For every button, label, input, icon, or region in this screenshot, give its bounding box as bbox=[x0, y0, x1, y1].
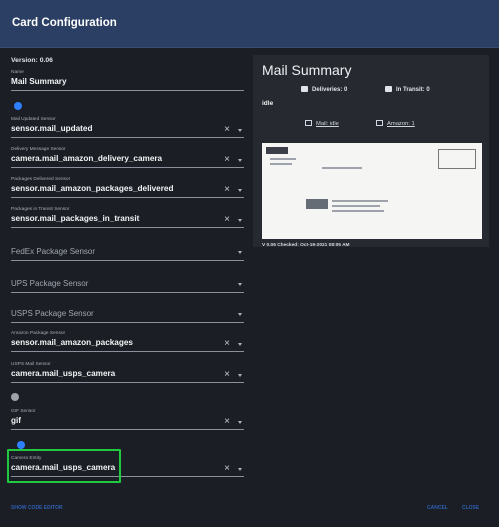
packages-delivered-sensor-field[interactable]: Packages Delivered Sensor sensor.mail_am… bbox=[11, 177, 244, 199]
mail-updated-value[interactable]: sensor.mail_updated bbox=[11, 123, 244, 134]
close-button[interactable]: CLOSE bbox=[462, 505, 479, 511]
field-underline bbox=[11, 351, 244, 352]
ups-placeholder: UPS Package Sensor bbox=[11, 279, 89, 288]
name-underline bbox=[11, 90, 244, 91]
usps-logo bbox=[266, 147, 288, 154]
preview-status: idle bbox=[262, 100, 274, 107]
fedex-package-sensor-field[interactable]: FedEx Package Sensor bbox=[11, 246, 244, 262]
show-code-editor-button[interactable]: SHOW CODE EDITOR bbox=[11, 505, 63, 511]
gif-sensor-field[interactable]: GIF Sensor gif × bbox=[11, 409, 244, 431]
field-underline bbox=[11, 292, 244, 293]
mail-summary-preview-card: Mail Summary Deliveries: 0 In Transit: 0… bbox=[253, 55, 489, 248]
clear-icon[interactable]: × bbox=[224, 464, 230, 474]
clear-icon[interactable]: × bbox=[224, 339, 230, 349]
toggle-switch-blue[interactable] bbox=[17, 441, 25, 449]
ups-package-sensor-field[interactable]: UPS Package Sensor bbox=[11, 278, 244, 294]
dropdown-arrow-icon[interactable] bbox=[238, 159, 242, 162]
dropdown-arrow-icon[interactable] bbox=[238, 313, 242, 316]
mail-link-text[interactable]: Mail: idle bbox=[316, 121, 339, 127]
dropdown-arrow-icon[interactable] bbox=[238, 343, 242, 346]
clear-icon[interactable]: × bbox=[224, 185, 230, 195]
mail-image bbox=[262, 143, 482, 239]
dialog-header: Card Configuration bbox=[0, 0, 499, 48]
clear-icon[interactable]: × bbox=[224, 417, 230, 427]
dialog-title: Card Configuration bbox=[12, 17, 117, 29]
usps-placeholder: USPS Package Sensor bbox=[11, 309, 94, 318]
usps-mail-value[interactable]: camera.mail_usps_camera bbox=[11, 368, 244, 379]
clear-icon[interactable]: × bbox=[224, 155, 230, 165]
field-underline bbox=[11, 322, 244, 323]
amazon-link-text[interactable]: Amazon: 1 bbox=[387, 121, 415, 127]
field-underline bbox=[11, 227, 244, 228]
cancel-button[interactable]: CANCEL bbox=[427, 505, 448, 511]
fedex-placeholder: FedEx Package Sensor bbox=[11, 247, 96, 256]
mail-updated-sensor-field[interactable]: Mail Updated Sensor sensor.mail_updated … bbox=[11, 117, 244, 139]
truck-icon bbox=[385, 86, 392, 92]
delivery-message-value[interactable]: camera.mail_amazon_delivery_camera bbox=[11, 153, 244, 164]
dropdown-arrow-icon[interactable] bbox=[238, 129, 242, 132]
clear-icon[interactable]: × bbox=[224, 215, 230, 225]
in-transit-stat: In Transit: 0 bbox=[385, 86, 430, 93]
field-underline bbox=[11, 137, 244, 138]
field-underline bbox=[11, 260, 244, 261]
clear-icon[interactable]: × bbox=[224, 125, 230, 135]
preview-title: Mail Summary bbox=[262, 62, 352, 78]
barcode bbox=[306, 199, 328, 209]
field-underline bbox=[11, 382, 244, 383]
in-transit-text: In Transit: 0 bbox=[396, 87, 430, 93]
mail-icon bbox=[305, 120, 312, 126]
dropdown-arrow-icon[interactable] bbox=[238, 189, 242, 192]
version-label: Version: 0.06 bbox=[11, 57, 53, 64]
packages-delivered-value[interactable]: sensor.mail_amazon_packages_delivered bbox=[11, 183, 244, 194]
amazon-link[interactable]: Amazon: 1 bbox=[376, 120, 415, 127]
postage-box bbox=[438, 149, 476, 169]
clear-icon[interactable]: × bbox=[224, 370, 230, 380]
dropdown-arrow-icon[interactable] bbox=[238, 374, 242, 377]
dropdown-arrow-icon[interactable] bbox=[238, 251, 242, 254]
name-field[interactable]: Name Mail Summary bbox=[11, 70, 244, 92]
gif-value[interactable]: gif bbox=[11, 415, 244, 426]
field-underline bbox=[11, 429, 244, 430]
dropdown-arrow-icon[interactable] bbox=[238, 283, 242, 286]
toggle-switch-blue[interactable] bbox=[14, 102, 22, 110]
deliveries-text: Deliveries: 0 bbox=[312, 87, 348, 93]
amazon-value[interactable]: sensor.mail_amazon_packages bbox=[11, 337, 244, 348]
mailbox-icon bbox=[301, 86, 308, 92]
dropdown-arrow-icon[interactable] bbox=[238, 219, 242, 222]
packages-in-transit-value[interactable]: sensor.mail_packages_in_transit bbox=[11, 213, 244, 224]
dropdown-arrow-icon[interactable] bbox=[238, 421, 242, 424]
amazon-package-sensor-field[interactable]: Amazon Package Sensor sensor.mail_amazon… bbox=[11, 331, 244, 353]
field-underline bbox=[11, 167, 244, 168]
usps-mail-sensor-field[interactable]: USPS Mail Sensor camera.mail_usps_camera… bbox=[11, 362, 244, 384]
checked-timestamp: V 0.06 Checked: Oct-19-2021 08:05 AM bbox=[262, 243, 350, 248]
camera-entity-highlight bbox=[7, 449, 121, 483]
name-value[interactable]: Mail Summary bbox=[11, 76, 244, 87]
usps-package-sensor-field[interactable]: USPS Package Sensor bbox=[11, 308, 244, 324]
toggle-switch-grey[interactable] bbox=[11, 393, 19, 401]
deliveries-stat: Deliveries: 0 bbox=[301, 86, 347, 93]
dropdown-arrow-icon[interactable] bbox=[238, 468, 242, 471]
mail-link[interactable]: Mail: idle bbox=[305, 120, 339, 127]
delivery-message-sensor-field[interactable]: Delivery Message Sensor camera.mail_amaz… bbox=[11, 147, 244, 169]
field-underline bbox=[11, 197, 244, 198]
packages-in-transit-sensor-field[interactable]: Packages in Transit Sensor sensor.mail_p… bbox=[11, 207, 244, 229]
package-icon bbox=[376, 120, 383, 126]
